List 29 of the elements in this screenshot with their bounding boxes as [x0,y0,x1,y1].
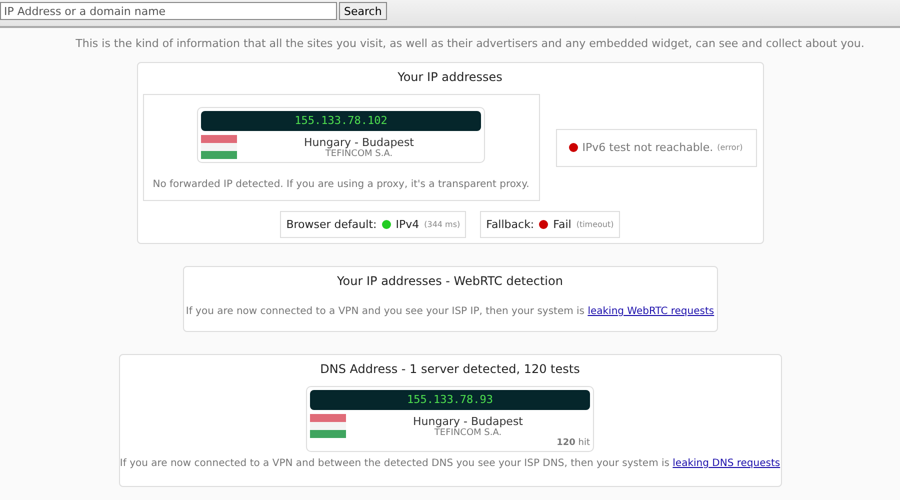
isp-text: TEFINCOM S.A. [433,428,503,438]
location-text: Hungary - Budapest [412,414,524,428]
isp-text: TEFINCOM S.A. [324,148,394,158]
search-button[interactable]: Search [339,2,387,20]
dns-link[interactable]: leaking DNS requests [672,458,780,469]
test-label: Browser default: [286,218,377,231]
webrtc-link[interactable]: leaking WebRTC requests [588,306,714,317]
dns-note: If you are now connected to a VPN and between the detected DNS you see your ISP DNS, then your system is leaking DNS requests [120,458,780,469]
hit-unit: hit [578,438,590,448]
test-value: IPv4 [396,218,420,231]
card-title: DNS Address - 1 server detected, 120 tests [320,362,580,376]
ipv6-status: IPv6 test not reachable. [582,141,714,154]
location-text: Hungary - Budapest [303,136,415,148]
ipv6-detail: (error) [717,143,743,152]
test-label: Fallback: [486,218,534,231]
card-title: Your IP addresses - WebRTC detection [337,274,563,288]
test-detail: (timeout) [576,220,614,229]
search-field[interactable]: IP Address or a domain name [0,2,337,20]
test-value: Fail [553,218,572,231]
card-title: Your IP addresses [398,70,502,84]
intro-text: This is the kind of information that all the sites you visit, as well as their advertisers and any embedded widget, can see and collect about you. [76,37,864,50]
ip-address: 155.133.78.102 [201,111,481,131]
flag-icon [310,414,346,438]
webrtc-note: If you are now connected to a VPN and you see your ISP IP, then your system is leaking WebRTC requests [186,306,714,317]
hit-count: 120 [556,438,576,448]
proxy-note: No forwarded IP detected. If you are using a proxy, it's a transparent proxy. [152,179,530,190]
dns-address: 155.133.78.93 [310,390,590,410]
test-detail: (344 ms) [424,220,460,229]
flag-icon [201,135,237,159]
